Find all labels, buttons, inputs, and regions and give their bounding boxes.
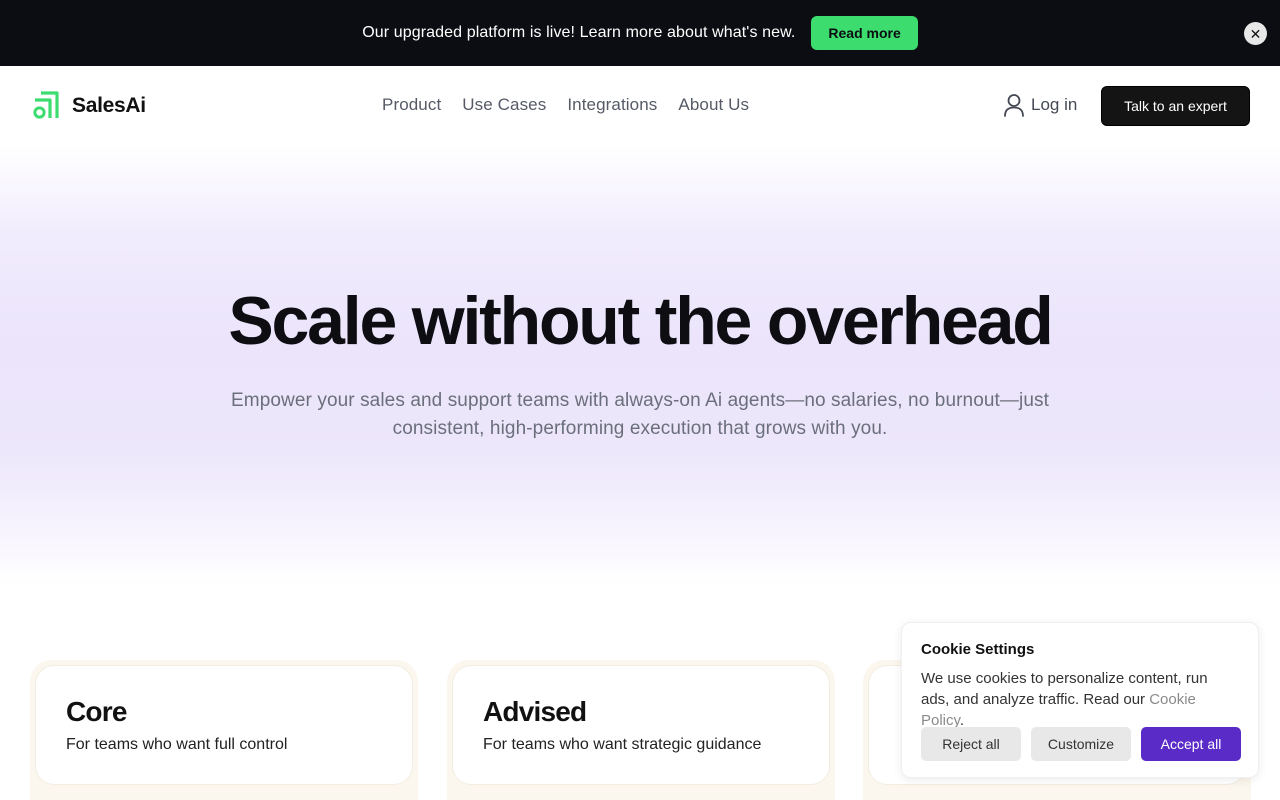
plan-card-core[interactable]: Core For teams who want full control [30,660,418,800]
main-nav: Product Use Cases Integrations About Us [382,95,770,115]
nav-item-integrations[interactable]: Integrations [567,95,657,115]
announcement-text: Our upgraded platform is live! Learn mor… [362,24,796,41]
nav-item-about-us[interactable]: About Us [678,95,749,115]
login-label: Log in [1031,95,1078,114]
plan-card-inner: Advised For teams who want strategic gui… [453,666,829,784]
plan-description: For teams who want full control [66,736,288,753]
nav-item-product[interactable]: Product [382,95,441,115]
plan-card-advised[interactable]: Advised For teams who want strategic gui… [447,660,835,800]
accept-all-button[interactable]: Accept all [1141,727,1241,761]
login-link[interactable]: Log in [1003,93,1077,117]
user-icon [1004,94,1024,117]
announcement-bar: Our upgraded platform is live! Learn mor… [0,0,1280,66]
site-header: SalesAi Product Use Cases Integrations A… [0,66,1280,146]
close-icon[interactable]: ✕ [1244,22,1267,45]
reject-all-button[interactable]: Reject all [921,727,1021,761]
cookie-buttons: Reject all Customize Accept all [921,727,1241,761]
plan-description: For teams who want strategic guidance [483,736,762,753]
plan-title: Core [66,696,127,727]
salesai-logo-icon [33,91,59,119]
brand-logo[interactable]: SalesAi [32,91,146,120]
plan-card-inner: Core For teams who want full control [36,666,412,784]
brand-name: SalesAi [72,93,146,117]
cookie-title: Cookie Settings [921,641,1035,658]
talk-to-expert-button[interactable]: Talk to an expert [1101,86,1250,126]
cookie-settings-panel: Cookie Settings We use cookies to person… [901,622,1259,778]
nav-item-use-cases[interactable]: Use Cases [462,95,546,115]
read-more-button[interactable]: Read more [811,16,918,50]
cookie-text: We use cookies to personalize content, r… [921,668,1239,731]
hero-section: Scale without the overhead Empower your … [0,146,1280,586]
hero-title: Scale without the overhead [228,283,1053,359]
plan-title: Advised [483,696,587,727]
customize-button[interactable]: Customize [1031,727,1131,761]
hero-subtitle: Empower your sales and support teams wit… [231,390,1049,439]
